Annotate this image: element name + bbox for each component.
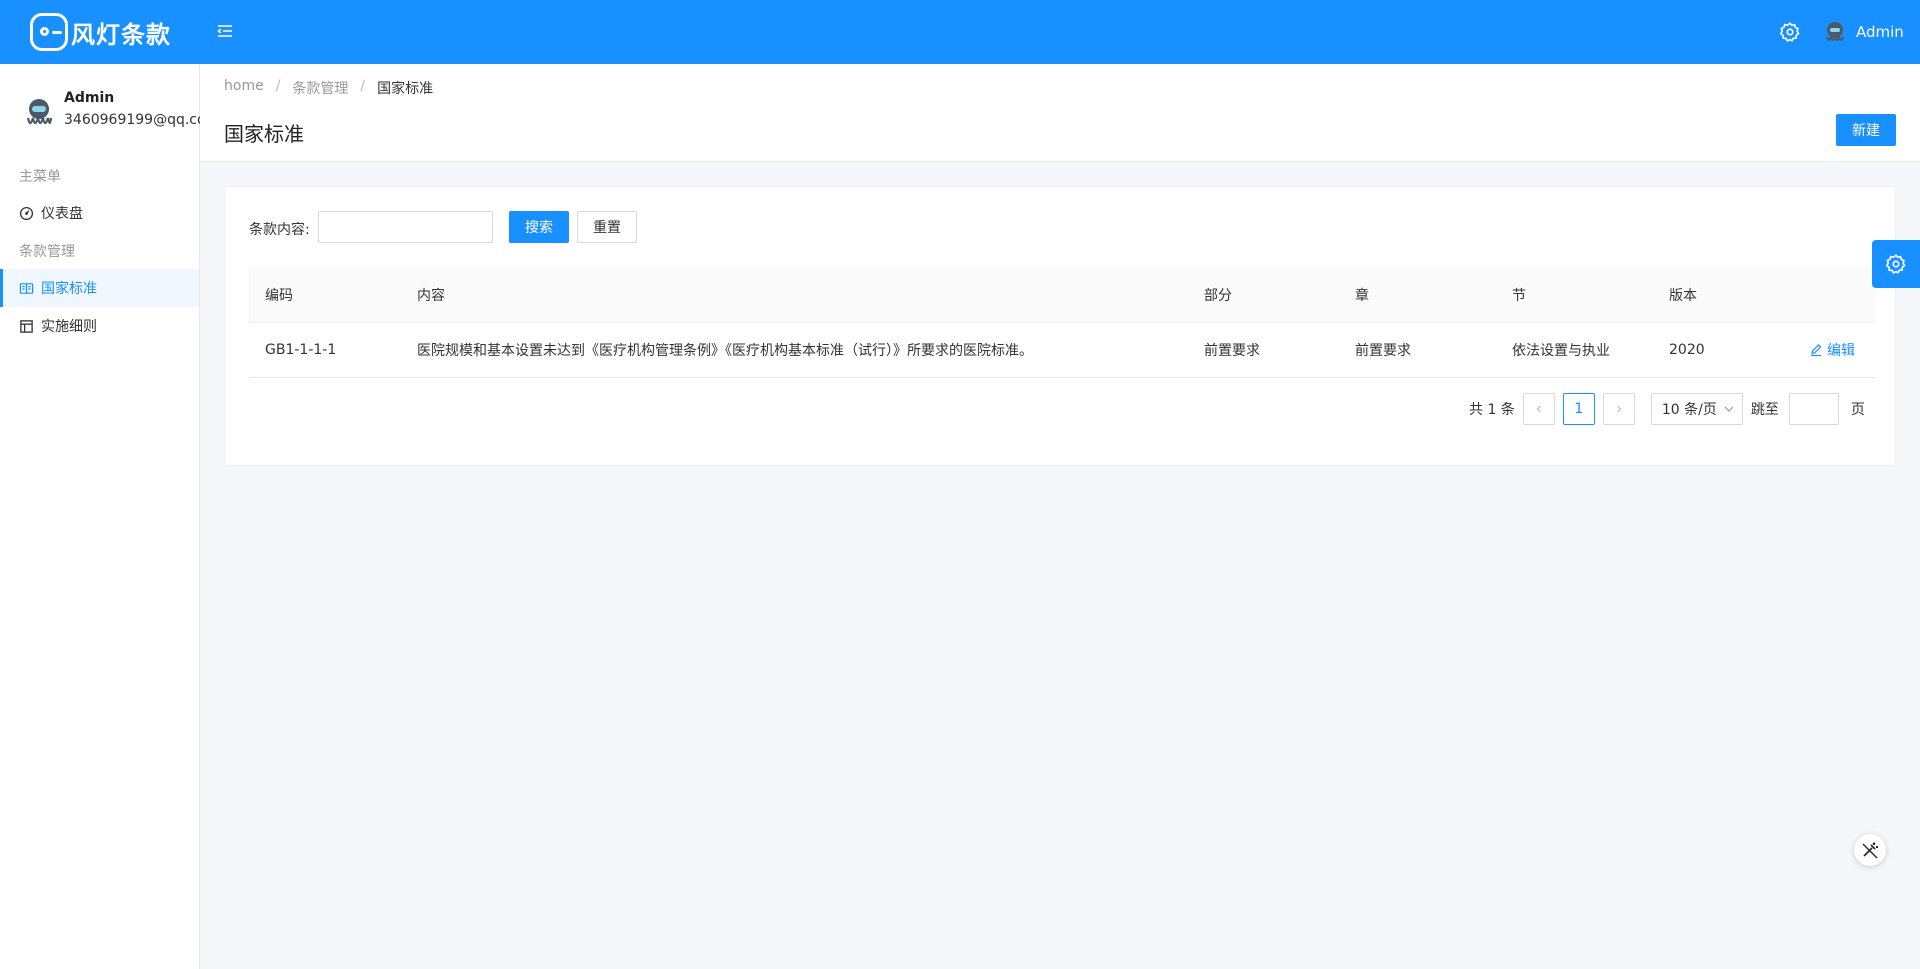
breadcrumb: home / 条款管理 / 国家标准: [224, 78, 433, 98]
floating-magic-button[interactable]: [1854, 834, 1886, 866]
sidebar-group-clauses: 条款管理: [19, 244, 75, 260]
breadcrumb-clause-management[interactable]: 条款管理: [292, 78, 348, 98]
column-header-chapter: 章: [1355, 287, 1369, 304]
sidebar-item-label: 实施细则: [41, 319, 97, 335]
column-header-code: 编码: [265, 287, 293, 304]
table-row: GB1-1-1-1 医院规模和基本设置未达到《医疗机构管理条例》《医疗机构基本标…: [249, 323, 1875, 378]
floating-settings-button[interactable]: [1872, 240, 1920, 288]
sidebar: Admin 3460969199@qq.com 主菜单 仪表盘 条款管理 国家标…: [0, 64, 200, 969]
breadcrumb-current: 国家标准: [377, 81, 434, 97]
new-button[interactable]: 新建: [1836, 114, 1896, 146]
chevron-down-icon: [1724, 406, 1734, 412]
sidebar-item-label: 国家标准: [41, 281, 97, 297]
top-header: 风灯条款 Admin: [0, 0, 1920, 64]
pagination: 共 1 条 1 10 条/页 跳至 页: [1469, 393, 1865, 425]
chevron-right-icon: [1616, 405, 1622, 413]
page-title: 国家标准: [224, 122, 304, 146]
next-page-button[interactable]: [1602, 393, 1635, 425]
magic-wand-icon: [1862, 842, 1878, 859]
search-button[interactable]: 搜索: [509, 211, 569, 243]
clause-content-input[interactable]: [318, 211, 493, 243]
avatar: [26, 99, 53, 125]
pagination-total: 共 1 条: [1469, 402, 1515, 418]
app-logo[interactable]: 风灯条款: [30, 13, 171, 51]
app-name: 风灯条款: [71, 20, 171, 49]
cell-content: 医院规模和基本设置未达到《医疗机构管理条例》《医疗机构基本标准（试行）》所要求的…: [417, 343, 1033, 359]
cell-version: 2020: [1669, 342, 1705, 358]
page-size-value: 10 条/页: [1661, 402, 1717, 418]
layout-icon: [20, 319, 33, 333]
sidebar-item-label: 仪表盘: [41, 206, 83, 222]
column-header-section: 节: [1512, 287, 1526, 304]
cell-section: 依法设置与执业: [1512, 343, 1610, 359]
sidebar-item-dashboard[interactable]: 仪表盘: [0, 194, 199, 232]
breadcrumb-separator: /: [360, 78, 366, 94]
edit-button[interactable]: 编辑: [1809, 323, 1855, 377]
content-card: 条款内容: 搜索 重置 编码 内容 部分 章 节 版本 GB1-1-1-1 医院…: [224, 186, 1896, 466]
table-header: 编码 内容 部分 章 节 版本: [249, 267, 1875, 323]
header-user-name: Admin: [1856, 23, 1904, 41]
book-icon: [19, 282, 34, 294]
edit-label: 编辑: [1827, 343, 1855, 359]
edit-icon: [1811, 344, 1822, 357]
page-label: 页: [1850, 402, 1865, 418]
standards-table: 编码 内容 部分 章 节 版本 GB1-1-1-1 医院规模和基本设置未达到《医…: [249, 267, 1875, 378]
profile-email: 3460969199@qq.com: [64, 112, 200, 128]
sidebar-item-national-standard[interactable]: 国家标准: [0, 269, 199, 307]
settings-gear-icon[interactable]: [1779, 21, 1801, 43]
page-header: home / 条款管理 / 国家标准 国家标准 新建: [200, 64, 1920, 162]
sidebar-item-implementation-rules[interactable]: 实施细则: [0, 307, 199, 345]
column-header-content: 内容: [417, 287, 445, 304]
sidebar-profile: Admin 3460969199@qq.com: [24, 88, 200, 138]
sidebar-group-main: 主菜单: [19, 169, 61, 185]
settings-gear-icon: [1885, 254, 1906, 274]
header-user-menu[interactable]: Admin: [1822, 18, 1904, 46]
jump-page-input[interactable]: [1788, 393, 1839, 425]
cell-chapter: 前置要求: [1355, 343, 1411, 359]
dashboard-icon: [19, 206, 34, 220]
profile-name: Admin: [64, 90, 115, 106]
search-label: 条款内容:: [249, 222, 310, 238]
jump-label: 跳至: [1750, 402, 1779, 418]
column-header-part: 部分: [1204, 287, 1232, 304]
page-number-button[interactable]: 1: [1562, 393, 1595, 425]
avatar: [1826, 22, 1844, 41]
cell-part: 前置要求: [1204, 343, 1260, 359]
reset-button[interactable]: 重置: [577, 211, 637, 243]
chevron-left-icon: [1536, 405, 1541, 413]
logo-icon: [30, 13, 68, 51]
column-header-version: 版本: [1669, 287, 1697, 304]
breadcrumb-home[interactable]: home: [224, 78, 264, 98]
page-size-select[interactable]: 10 条/页: [1650, 393, 1743, 425]
breadcrumb-separator: /: [275, 78, 281, 94]
cell-code: GB1-1-1-1: [265, 342, 337, 358]
prev-page-button[interactable]: [1522, 393, 1555, 425]
menu-fold-icon[interactable]: [216, 22, 234, 40]
